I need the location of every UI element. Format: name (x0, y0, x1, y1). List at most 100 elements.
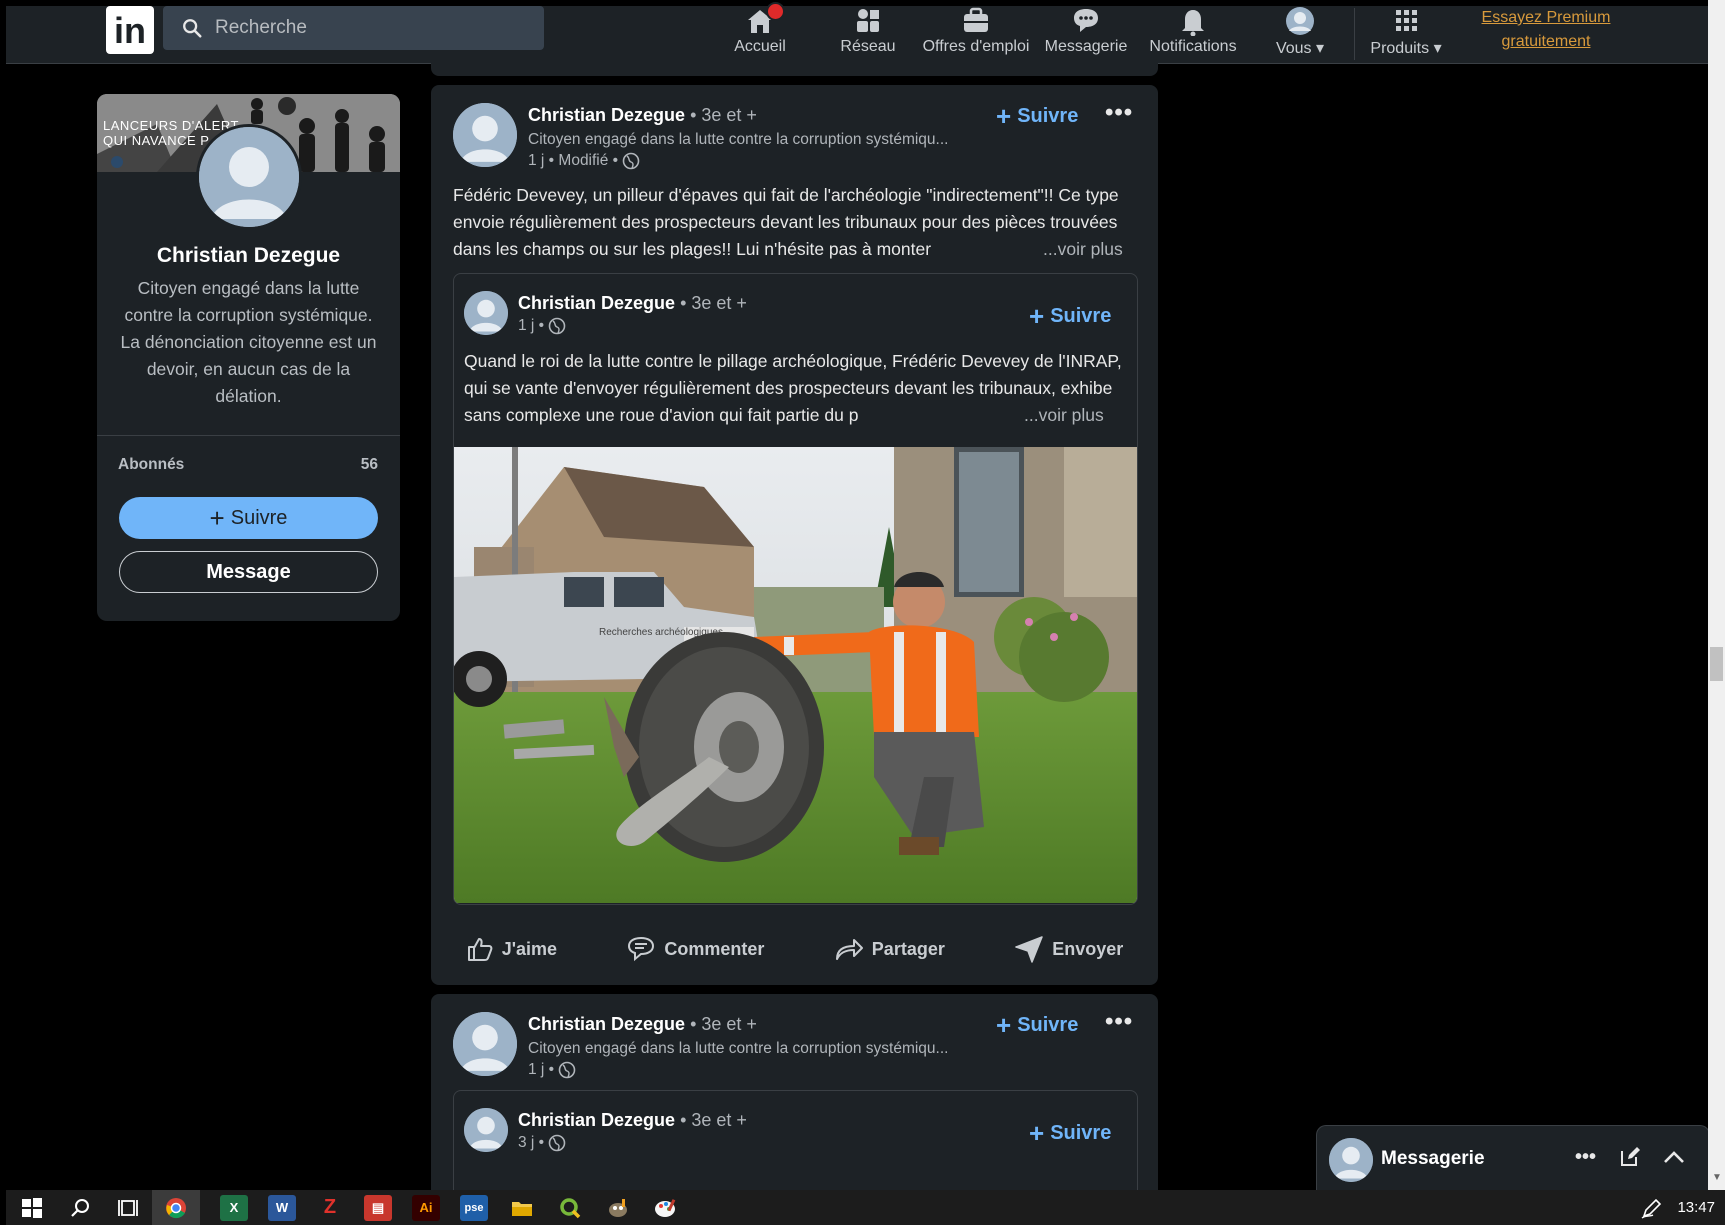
author-avatar[interactable] (464, 291, 508, 335)
send-button[interactable]: Envoyer (1014, 935, 1123, 963)
post-meta: 1 j • Modifié • (528, 152, 640, 170)
plus-icon: + (996, 101, 1012, 131)
profile-card: LANCEURS D'ALERT QUI NAVANCE P Christian… (97, 94, 400, 621)
premium-trial-link[interactable]: Essayez Premium gratuitement (1466, 6, 1626, 54)
shared-post[interactable]: Christian Dezegue • 3e et + 1 j • + Suiv… (453, 273, 1138, 905)
followers-count: 56 (360, 456, 378, 473)
briefcase-icon (964, 7, 988, 32)
comment-icon (628, 936, 655, 962)
author-avatar[interactable] (453, 1012, 517, 1076)
chevron-down-icon: ▾ (1433, 40, 1442, 57)
messaging-overlay[interactable]: Messagerie ••• (1316, 1125, 1710, 1190)
default-avatar-icon (464, 1108, 508, 1152)
word-icon[interactable]: W (268, 1194, 296, 1221)
post-meta: 3 j • (518, 1134, 566, 1152)
default-avatar-icon (453, 103, 517, 167)
nav-products[interactable]: Produits ▾ (1366, 6, 1446, 61)
top-navigation-bar: in Accueil Réseau Offres d'emploi Messag… (6, 2, 1708, 64)
profile-avatar[interactable] (196, 124, 302, 230)
photoshop-elements-icon[interactable]: pse (460, 1194, 488, 1221)
shared-post[interactable]: Christian Dezegue • 3e et + 3 j • + Suiv… (453, 1090, 1138, 1201)
nav-home[interactable]: Accueil (722, 2, 798, 61)
feed-post: Christian Dezegue • 3e et + Citoyen enga… (431, 85, 1158, 985)
post-meta: 1 j • (518, 317, 566, 335)
nav-messaging[interactable]: Messagerie (1042, 6, 1130, 61)
like-button[interactable]: J'aime (466, 935, 557, 963)
chevron-down-icon: ▾ (1316, 40, 1325, 57)
follow-button[interactable]: + Suivre (119, 497, 378, 539)
archaeologist-with-aircraft-wheel-image: Recherches archéologiques (454, 447, 1137, 903)
scrollbar-thumb[interactable] (1710, 647, 1723, 681)
send-icon (1015, 936, 1043, 963)
compose-icon[interactable] (1619, 1146, 1641, 1168)
nav-me[interactable]: Vous ▾ (1262, 6, 1338, 61)
feed-post: Christian Dezegue • 3e et + Citoyen enga… (431, 994, 1158, 1201)
connection-degree: • 3e et + (680, 1110, 747, 1130)
clock[interactable]: 13:47 (1677, 1199, 1715, 1216)
globe-icon (558, 1061, 576, 1079)
search-box[interactable] (163, 6, 544, 50)
comment-button[interactable]: Commenter (626, 935, 764, 963)
post-actions: J'aime Commenter Partager Envoyer (431, 927, 1158, 971)
follow-button[interactable]: + Suivre (1029, 301, 1111, 332)
author-name[interactable]: Christian Dezegue • 3e et + (518, 1110, 747, 1131)
scrollbar[interactable] (1708, 0, 1725, 1190)
search-icon[interactable] (66, 1195, 94, 1221)
scroll-down-arrow-icon[interactable]: ▼ (1712, 1172, 1722, 1183)
illustrator-icon[interactable]: Ai (412, 1194, 440, 1221)
chat-icon (1074, 9, 1098, 32)
connection-degree: • 3e et + (680, 293, 747, 313)
windows-start-icon[interactable] (18, 1195, 46, 1221)
followers-label: Abonnés (118, 456, 185, 473)
pen-icon[interactable] (1641, 1197, 1663, 1219)
notification-badge (766, 2, 785, 21)
gimp-icon[interactable] (604, 1195, 632, 1221)
nav-notifications[interactable]: Notifications (1140, 6, 1246, 61)
follow-button[interactable]: + Suivre (996, 101, 1078, 132)
file-explorer-icon[interactable] (508, 1195, 536, 1221)
chrome-icon[interactable] (152, 1190, 200, 1225)
default-avatar-icon (453, 1012, 517, 1076)
see-more-link[interactable]: ...voir plus (1043, 239, 1123, 259)
default-avatar-icon (464, 291, 508, 335)
plus-icon: + (209, 503, 225, 533)
follow-button[interactable]: + Suivre (996, 1010, 1078, 1041)
author-name[interactable]: Christian Dezegue • 3e et + (528, 105, 757, 126)
bell-icon (1182, 10, 1204, 36)
follow-button[interactable]: + Suivre (1029, 1118, 1111, 1149)
qgis-icon[interactable] (556, 1195, 584, 1221)
excel-icon[interactable]: X (220, 1194, 248, 1221)
user-avatar-icon (1286, 7, 1314, 35)
see-more-link[interactable]: ...voir plus (1024, 405, 1104, 425)
more-options-icon[interactable]: ••• (1575, 1146, 1596, 1169)
plus-icon: + (1029, 301, 1045, 331)
author-headline: Citoyen engagé dans la lutte contre la c… (528, 131, 949, 148)
default-avatar-icon (1329, 1138, 1373, 1182)
pdf-reader-icon[interactable]: ▤ (364, 1194, 392, 1221)
linkedin-logo[interactable]: in (106, 6, 154, 54)
globe-icon (548, 1134, 566, 1152)
nav-network[interactable]: Réseau (830, 6, 906, 61)
profile-name[interactable]: Christian Dezegue (97, 244, 400, 268)
globe-icon (548, 317, 566, 335)
more-options-icon[interactable]: ••• (1105, 99, 1133, 127)
more-options-icon[interactable]: ••• (1105, 1008, 1133, 1036)
author-name[interactable]: Christian Dezegue • 3e et + (518, 293, 747, 314)
nav-jobs[interactable]: Offres d'emploi (918, 6, 1034, 61)
search-icon (183, 19, 202, 38)
post-photo[interactable]: Recherches archéologiques (454, 447, 1137, 903)
plus-icon: + (1029, 1118, 1045, 1148)
chevron-up-icon[interactable] (1663, 1150, 1685, 1164)
search-input[interactable] (213, 16, 517, 40)
filezilla-icon[interactable]: Z (316, 1195, 344, 1221)
message-button[interactable]: Message (119, 551, 378, 593)
author-avatar[interactable] (464, 1108, 508, 1152)
author-name[interactable]: Christian Dezegue • 3e et + (528, 1014, 757, 1035)
grid-icon (1396, 10, 1417, 31)
windows-taskbar: X W Z ▤ Ai pse 13:47 (6, 1190, 1725, 1225)
share-button[interactable]: Partager (834, 935, 945, 963)
author-avatar[interactable] (453, 103, 517, 167)
task-view-icon[interactable] (114, 1195, 142, 1221)
paint-icon[interactable] (652, 1195, 680, 1221)
default-avatar-icon (199, 127, 299, 227)
